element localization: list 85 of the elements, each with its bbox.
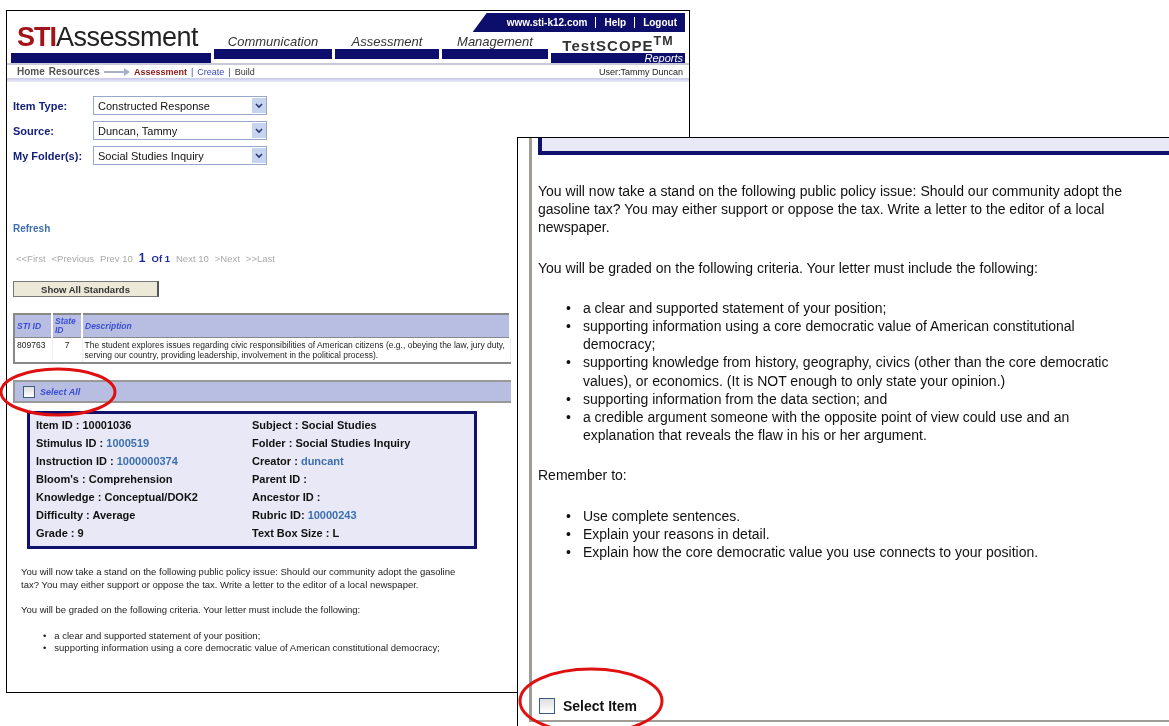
refresh-link[interactable]: Refresh — [13, 223, 51, 234]
nav-tab[interactable]: Communication — [227, 34, 319, 49]
prompt-paragraph: You will be graded on the following criteria. Your letter must include the following: — [21, 604, 362, 617]
item-field: Subject : Social Studies — [252, 416, 468, 434]
user-name: User:Tammy Duncan — [598, 66, 683, 77]
item-field: Grade : 9 — [36, 524, 252, 542]
caret-icon — [252, 148, 266, 163]
breadcrumb-link[interactable]: Resources — [48, 66, 100, 77]
field-label: Item Type: — [13, 99, 69, 112]
bullet-marker: • — [43, 629, 47, 642]
item-field: Parent ID : — [252, 470, 468, 488]
breadcrumb-link[interactable]: Home — [17, 66, 45, 77]
select-item-label[interactable]: Select Item — [563, 698, 637, 714]
item-field: Text Box Size : L — [252, 524, 468, 542]
item-field: Instruction ID : 1000000374 — [36, 452, 252, 470]
reminder-heading: Remember to: — [538, 466, 628, 485]
criteria-item: a clear and supported statement of your position; — [582, 298, 887, 317]
breadcrumb-link[interactable]: Build — [234, 66, 255, 77]
item-field: Folder : Social Studies Inquiry — [252, 434, 468, 452]
bullet-marker: • — [566, 524, 571, 544]
item-link[interactable]: 1000000374 — [116, 455, 178, 467]
bullet-marker: • — [566, 317, 571, 336]
breadcrumb-separator: | — [228, 66, 231, 77]
dropdown[interactable]: Social Studies Inquiry — [93, 146, 267, 165]
arrow-icon — [103, 67, 130, 76]
dropdown[interactable]: Duncan, Tammy — [93, 121, 267, 140]
reminder-item: Explain your reasons in detail. — [582, 524, 770, 544]
item-field: Difficulty : Average — [36, 506, 252, 524]
pagination-link[interactable]: Of 1 — [151, 253, 170, 264]
bullet-marker: • — [566, 506, 571, 525]
column-header: Description — [82, 314, 510, 338]
item-field: Creator : duncant — [252, 452, 468, 470]
field-label: My Folder(s): — [13, 149, 84, 162]
checkbox[interactable] — [539, 698, 555, 714]
criteria-item: a credible argument someone with the opposite point of view could use and an explanation that reveals the flaw in his or her argument. — [582, 408, 1071, 445]
bullet-marker: • — [566, 389, 571, 409]
criteria-item: supporting information from the data section; and — [582, 389, 888, 409]
pagination-link[interactable]: 1 — [138, 251, 146, 265]
criteria-item: supporting knowledge from history, geography, civics (other than the core democratic values), or economics. (It is NOT enough to only state your opinion.) — [582, 353, 1110, 390]
nav-tab[interactable]: Assessment — [351, 34, 423, 49]
site-link[interactable]: Help — [595, 17, 635, 28]
prompt-paragraph: You will be graded on the following criteria. Your letter must include the following: — [538, 258, 1039, 277]
site-link[interactable]: Logout — [634, 17, 685, 28]
show-all-standards-button[interactable]: Show All Standards — [13, 281, 159, 297]
site-link[interactable]: www.sti-k12.com — [498, 17, 596, 28]
reminder-item: Use complete sentences. — [582, 506, 741, 525]
logo-text: Assessment — [56, 22, 199, 52]
criteria-item: a clear and supported statement of your position; — [54, 629, 261, 642]
caret-icon — [252, 123, 266, 138]
bullet-marker: • — [43, 642, 47, 655]
breadcrumb-link[interactable]: Create — [197, 66, 225, 77]
item-field: Item ID : 10001036 — [36, 416, 252, 434]
caret-icon — [252, 98, 266, 113]
nav-subtitle: Reports — [644, 53, 684, 63]
bullet-marker: • — [566, 408, 571, 428]
item-field: Stimulus ID : 1000519 — [36, 434, 252, 452]
item-link[interactable]: 1000519 — [106, 437, 150, 449]
bullet-marker: • — [566, 298, 571, 317]
breadcrumb-separator: | — [190, 66, 194, 77]
table-cell: 809763 — [14, 337, 52, 363]
item-link[interactable]: duncant — [300, 455, 344, 467]
field-label: Source: — [13, 124, 55, 137]
table-cell: The student explores issues regarding civic responsibilities of American citizens (e.g., obeying the law, jury duty, serving our country, providing leadership, involvement in the political process). — [82, 337, 510, 363]
nav-tab[interactable]: Management — [457, 34, 533, 49]
column-header: State ID — [52, 314, 82, 338]
breadcrumb-link[interactable]: Assessment — [133, 66, 187, 77]
column-header: STI ID — [14, 314, 52, 338]
select-all-label[interactable]: Select All — [40, 386, 81, 397]
bullet-marker: • — [566, 543, 571, 562]
checkbox[interactable] — [23, 385, 35, 398]
criteria-item: supporting information using a core democratic value of American constitutional democracy; — [54, 642, 440, 655]
bullet-marker: • — [566, 353, 571, 373]
nav-tab[interactable]: TestSCOPE$^{TM}$ — [562, 34, 674, 53]
table-cell: 7 — [52, 337, 82, 363]
item-field: Bloom's : Comprehension — [36, 470, 252, 488]
item-field: Ancestor ID : — [252, 488, 468, 506]
reminder-item: Explain how the core democratic value you use connects to your position. — [582, 543, 1039, 562]
logo-text: STI — [17, 22, 56, 52]
prompt-paragraph: You will now take a stand on the following public policy issue: Should our community adopt the gasoline tax? You may either support or oppose the tax. Write a letter to the editor of a local newspaper. — [538, 182, 1123, 237]
item-field: Knowledge : Conceptual/DOK2 — [36, 488, 252, 506]
item-link[interactable]: 10000243 — [307, 509, 357, 521]
prompt-paragraph: You will now take a stand on the following public policy issue: Should our community adopt the gasoline tax? You may either support or oppose the tax. Write a letter to the editor of a local newspaper. — [21, 566, 457, 591]
dropdown[interactable]: Constructed Response — [93, 96, 267, 115]
item-field: Rubric ID: 10000243 — [252, 506, 468, 524]
criteria-item: supporting information using a core democratic value of American constitutional democracy; — [582, 317, 1076, 354]
